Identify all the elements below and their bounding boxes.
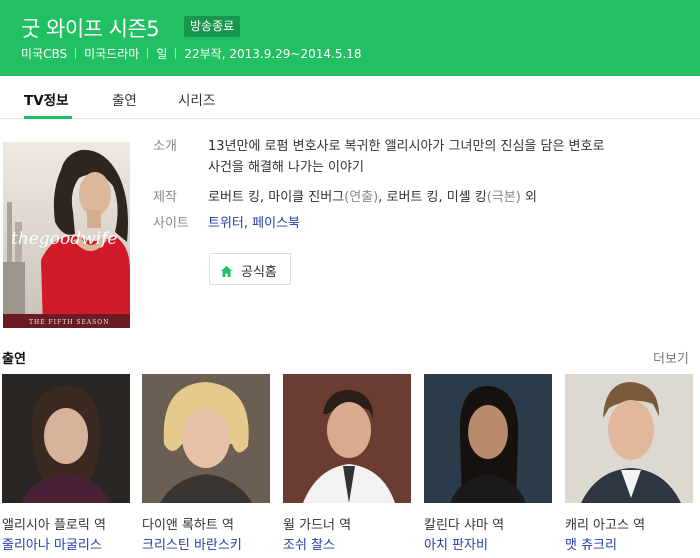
- program-poster[interactable]: thegoodwife THE FIFTH SEASON: [3, 142, 130, 328]
- active-tab-indicator: [24, 116, 72, 119]
- meta-episodes-dates: 22부작, 2013.9.29~2014.5.18: [184, 47, 362, 61]
- site-links[interactable]: 트위터, 페이스북: [208, 213, 300, 234]
- cast-actor-link[interactable]: 맷 츄크리: [565, 534, 617, 553]
- poster-title-text: thegoodwife: [11, 229, 117, 249]
- cast-role: 앨리시아 플로릭 역: [2, 518, 106, 533]
- official-home-button[interactable]: 공식홈: [209, 253, 291, 285]
- cast-photo[interactable]: [2, 374, 130, 503]
- tab-series[interactable]: 시리즈: [178, 89, 215, 109]
- more-link[interactable]: 더보기: [653, 348, 689, 367]
- meta-genre: 미국드라마: [84, 47, 140, 61]
- tab-cast[interactable]: 출연: [112, 89, 137, 109]
- meta-network: 미국CBS: [21, 47, 68, 61]
- home-icon: [220, 263, 233, 282]
- cast-actor-link[interactable]: 줄리아나 마굴리스: [2, 534, 102, 553]
- cast-card[interactable]: 캐리 아고스 역 맷 츄크리: [565, 374, 693, 553]
- poster-image: thegoodwife THE FIFTH SEASON: [3, 142, 130, 328]
- cast-card[interactable]: 앨리시아 플로릭 역 줄리아나 마굴리스: [2, 374, 130, 553]
- production-label: 제작: [153, 190, 177, 205]
- directors: 로버트 킹, 마이클 진버그: [208, 190, 345, 205]
- intro-text-line2: 사건을 해결해 나가는 이야기: [208, 160, 364, 175]
- cast-section-title: 출연: [2, 352, 26, 367]
- cast-card[interactable]: 칼린다 샤마 역 아치 판자비: [424, 374, 552, 553]
- cast-actor-link[interactable]: 아치 판자비: [424, 534, 488, 553]
- cast-role: 윌 가드너 역: [283, 518, 352, 533]
- meta-divider: [75, 48, 77, 59]
- cast-actor-link[interactable]: 조쉬 찰스: [283, 534, 335, 553]
- cast-photo[interactable]: [424, 374, 552, 503]
- program-meta: 미국CBS 미국드라마 일 22부작, 2013.9.29~2014.5.18: [21, 45, 362, 62]
- cast-role: 캐리 아고스 역: [565, 518, 646, 533]
- tab-tv-info[interactable]: TV정보: [24, 89, 69, 109]
- program-title: 굿 와이프 시즌5: [21, 17, 160, 41]
- site-label: 사이트: [153, 216, 189, 231]
- production-value: 로버트 킹, 마이클 진버그(연출), 로버트 킹, 미셸 킹(극본) 외: [208, 187, 537, 208]
- intro-text-line1: 13년만에 로펌 변호사로 복귀한 앨리시아가 그녀만의 진심을 담은 변호로: [208, 139, 605, 154]
- cast-actor-link[interactable]: 크리스틴 바란스키: [142, 534, 242, 553]
- production-suffix: 외: [520, 190, 537, 205]
- meta-divider: [175, 48, 177, 59]
- cast-card[interactable]: 윌 가드너 역 조쉬 찰스: [283, 374, 411, 553]
- cast-role: 다이앤 록하트 역: [142, 518, 234, 533]
- writers-role: (극본): [486, 190, 521, 205]
- program-header: 굿 와이프 시즌5 방송종료 미국CBS 미국드라마 일 22부작, 2013.9.2…: [0, 0, 700, 76]
- cast-card[interactable]: 다이앤 록하트 역 크리스틴 바란스키: [142, 374, 270, 553]
- meta-divider: [147, 48, 149, 59]
- directors-role: (연출): [344, 190, 379, 205]
- official-home-label: 공식홈: [241, 265, 277, 280]
- intro-label: 소개: [153, 139, 177, 154]
- meta-airday: 일: [156, 47, 168, 61]
- writers: , 로버트 킹, 미셸 킹: [378, 190, 487, 205]
- cast-photo[interactable]: [283, 374, 411, 503]
- broadcast-status-badge: 방송종료: [184, 16, 241, 37]
- cast-photo[interactable]: [565, 374, 693, 503]
- poster-season-text: THE FIFTH SEASON: [29, 319, 109, 326]
- cast-role: 칼린다 샤마 역: [424, 518, 505, 533]
- cast-photo[interactable]: [142, 374, 270, 503]
- tab-bar: TV정보 출연 시리즈: [0, 76, 700, 119]
